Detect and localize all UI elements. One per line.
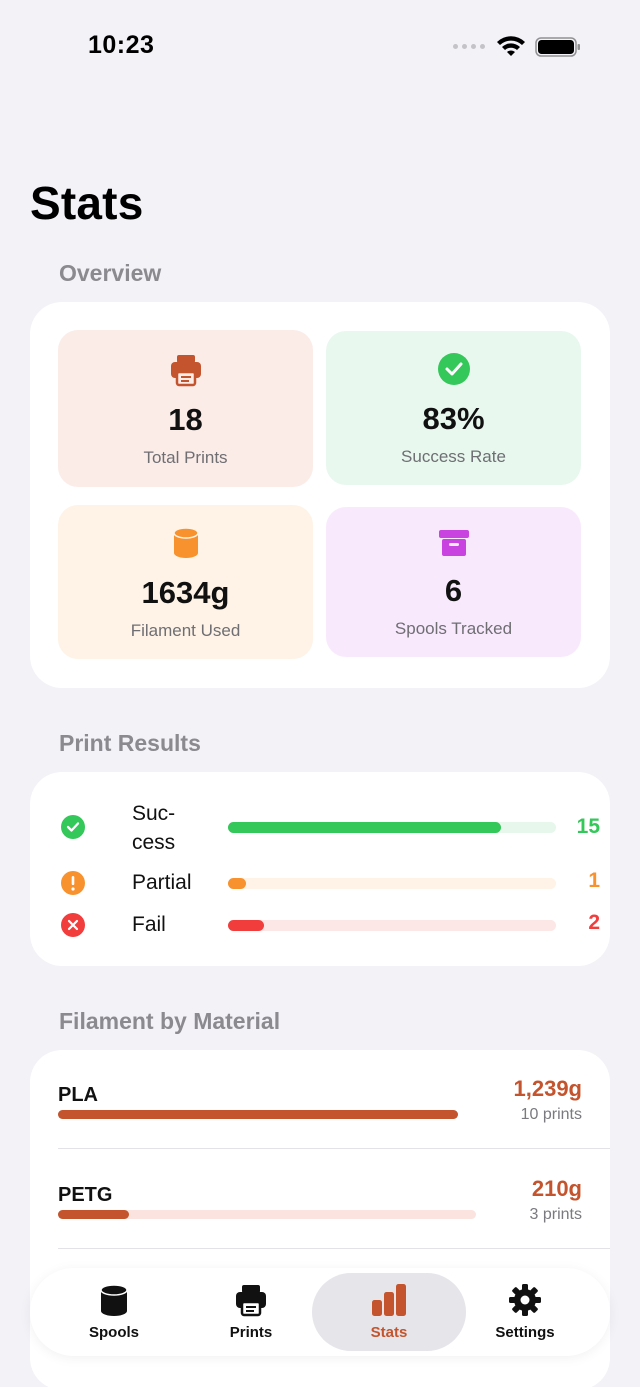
tile-value: 18	[168, 402, 203, 437]
spools-tracked-tile[interactable]: 6 Spools Tracked	[326, 507, 581, 657]
tab-bar: Spools Prints Stats Settings	[30, 1268, 610, 1356]
checkmark-circle-icon	[437, 353, 470, 385]
material-progress-track	[58, 1110, 458, 1119]
result-progress-fill	[228, 920, 264, 931]
result-row-partial[interactable]: Partial 1	[60, 868, 600, 908]
total-prints-tile[interactable]: 18 Total Prints	[58, 330, 313, 487]
result-count: 15	[576, 815, 600, 838]
page-title: Stats	[30, 177, 144, 229]
filament-by-material-section-label: Filament by Material	[59, 1008, 281, 1034]
tab-prints[interactable]: Prints	[175, 1273, 327, 1351]
print-results-section-label: Print Results	[59, 730, 201, 756]
material-prints: 10 prints	[520, 1106, 582, 1123]
result-row-fail[interactable]: Fail 2	[60, 910, 600, 950]
material-progress-track	[58, 1210, 476, 1219]
checkmark-circle-icon	[61, 815, 85, 839]
result-row-success[interactable]: Suc- cess 15	[60, 802, 600, 862]
bar-chart-icon	[372, 1284, 406, 1316]
result-count: 1	[588, 869, 600, 892]
tile-label: Success Rate	[401, 447, 506, 466]
material-progress-fill	[58, 1210, 129, 1219]
x-circle-icon	[61, 913, 85, 937]
result-label: Fail	[132, 913, 166, 936]
material-prints: 3 prints	[529, 1206, 582, 1223]
cellular-signal-icon	[453, 44, 485, 49]
result-progress-track	[228, 920, 556, 931]
filament-used-tile[interactable]: 1634g Filament Used	[58, 505, 313, 659]
wifi-icon	[497, 36, 525, 56]
status-time: 10:23	[88, 31, 155, 59]
overview-section-label: Overview	[59, 260, 162, 286]
material-weight: 1,239g	[513, 1076, 583, 1101]
tile-label: Spools Tracked	[394, 619, 513, 638]
printer-icon	[236, 1285, 266, 1317]
material-weight: 210g	[531, 1176, 582, 1201]
material-progress-fill	[58, 1110, 458, 1119]
tile-value: 1634g	[141, 575, 230, 610]
battery-icon	[535, 37, 580, 57]
tile-label: Filament Used	[130, 621, 241, 640]
tab-label: Prints	[229, 1324, 273, 1341]
tab-label: Stats	[370, 1324, 408, 1341]
divider	[58, 1148, 610, 1149]
archive-box-icon	[438, 530, 469, 556]
result-progress-fill	[228, 878, 246, 889]
material-row-pla[interactable]: PLA 1,239g 10 prints	[58, 1076, 582, 1166]
material-name: PLA	[58, 1084, 98, 1106]
result-label: Partial	[132, 871, 192, 894]
gear-icon	[509, 1284, 541, 1316]
tab-settings[interactable]: Settings	[449, 1273, 601, 1351]
spool-icon	[100, 1284, 128, 1316]
printer-icon	[170, 355, 201, 387]
print-results-card: Suc- cess 15 Partial 1 Fail 2	[30, 772, 610, 966]
material-row-petg[interactable]: PETG 210g 3 prints	[58, 1176, 582, 1266]
tile-value: 83%	[422, 401, 485, 436]
result-progress-track	[228, 878, 556, 889]
status-bar: 10:23	[0, 0, 640, 95]
tile-value: 6	[444, 573, 463, 608]
exclamation-circle-icon	[61, 871, 85, 895]
result-progress-fill	[228, 822, 501, 833]
divider	[58, 1248, 610, 1249]
result-count: 2	[588, 911, 600, 934]
material-name: PETG	[58, 1184, 113, 1206]
success-rate-tile[interactable]: 83% Success Rate	[326, 331, 581, 485]
tab-stats[interactable]: Stats	[313, 1273, 465, 1351]
spool-cylinder-icon	[172, 527, 199, 558]
tile-label: Total Prints	[143, 448, 228, 467]
tab-spools[interactable]: Spools	[38, 1273, 190, 1351]
tab-label: Settings	[495, 1324, 555, 1341]
result-label: Suc- cess	[132, 802, 176, 854]
overview-card: 18 Total Prints 83% Success Rate 1634g F…	[30, 302, 610, 688]
result-progress-track	[228, 822, 556, 833]
tab-label: Spools	[88, 1324, 139, 1341]
